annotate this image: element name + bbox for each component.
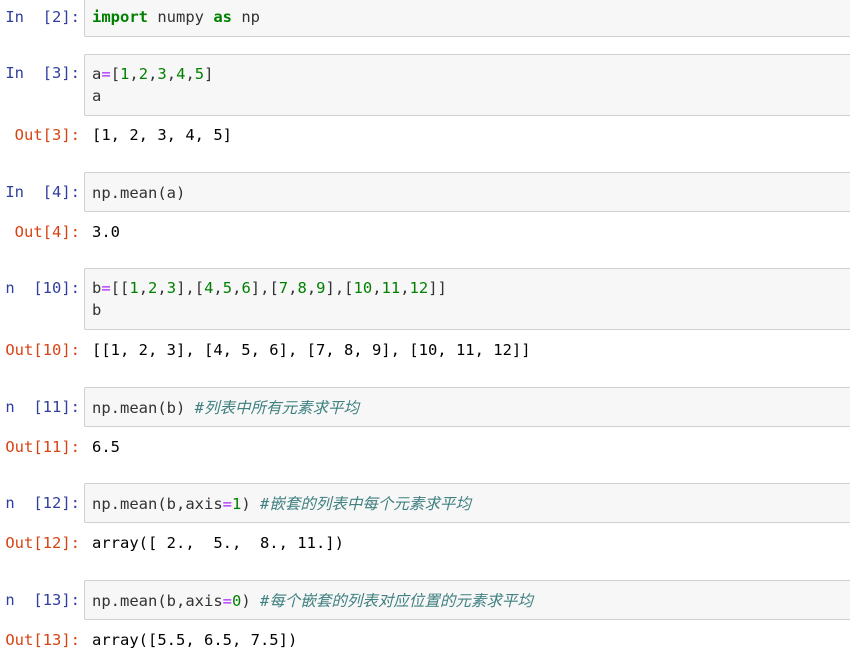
code-comment: #嵌套的列表中每个元素求平均 <box>260 495 471 513</box>
code-token: np.mean(b,axis <box>92 592 223 610</box>
code-token: , <box>138 279 149 297</box>
code-token: b <box>92 301 102 319</box>
code-operator: = <box>222 495 232 513</box>
out-prompt: Out[13]: <box>5 631 80 649</box>
code-cell-input[interactable]: a=[1,2,3,4,5] a <box>84 54 850 116</box>
code-operator: = <box>101 65 111 83</box>
code-line: import numpy as np <box>92 6 850 28</box>
cell-output: 6.5 <box>92 438 120 456</box>
code-line: np.mean(b,axis=1) #嵌套的列表中每个元素求平均 <box>92 493 850 515</box>
cell-output: 3.0 <box>92 223 120 241</box>
in-prompt: n [13]: <box>5 591 80 609</box>
in-prompt: n [12]: <box>5 494 80 512</box>
code-number: 1 <box>120 65 130 83</box>
code-cell-input[interactable]: b=[[1,2,3],[4,5,6],[7,8,9],[10,11,12]] b <box>84 268 850 330</box>
code-token: np.mean(b,axis <box>92 495 223 513</box>
code-line: np.mean(b) #列表中所有元素求平均 <box>92 397 850 419</box>
code-number: 1 <box>232 495 242 513</box>
code-line: a=[1,2,3,4,5] <box>92 63 850 85</box>
code-number: 3 <box>166 279 177 297</box>
code-token: , <box>400 279 410 297</box>
in-prompt: n [10]: <box>5 279 80 297</box>
code-number: 5 <box>194 65 205 83</box>
code-token: b <box>92 279 102 297</box>
cell-output: [[1, 2, 3], [4, 5, 6], [7, 8, 9], [10, 1… <box>92 341 531 359</box>
code-line: b <box>92 299 850 321</box>
code-comment: #每个嵌套的列表对应位置的元素求平均 <box>260 592 533 610</box>
out-prompt: Out[4]: <box>14 223 80 241</box>
code-token: np.mean(b) <box>92 399 195 417</box>
code-token: , <box>129 65 139 83</box>
code-line: np.mean(a) <box>92 182 850 204</box>
code-number: 7 <box>278 279 289 297</box>
code-number: 6 <box>241 279 251 297</box>
code-number: 2 <box>148 279 158 297</box>
code-number: 12 <box>409 279 429 297</box>
code-token: , <box>157 279 167 297</box>
code-line: np.mean(b,axis=0) #每个嵌套的列表对应位置的元素求平均 <box>92 590 850 612</box>
code-operator: = <box>101 279 111 297</box>
code-token: , <box>306 279 317 297</box>
code-number: 9 <box>316 279 326 297</box>
cell-output: [1, 2, 3, 4, 5] <box>92 126 232 144</box>
code-token: [[ <box>110 279 130 297</box>
code-token: ],[ <box>176 279 205 297</box>
code-number: 1 <box>129 279 139 297</box>
in-prompt: n [11]: <box>5 398 80 416</box>
cell-output: array([ 2., 5., 8., 11.]) <box>92 534 344 552</box>
code-comment: #列表中所有元素求平均 <box>194 399 359 417</box>
code-number: 8 <box>297 279 307 297</box>
in-prompt: In [4]: <box>5 183 80 201</box>
code-number: 2 <box>138 65 149 83</box>
code-token: , <box>166 65 177 83</box>
code-token: , <box>185 65 195 83</box>
code-token: , <box>372 279 382 297</box>
code-token: , <box>213 279 223 297</box>
code-cell-input[interactable]: import numpy as np <box>84 0 850 37</box>
code-cell-input[interactable]: np.mean(a) <box>84 172 850 212</box>
in-prompt: In [2]: <box>5 8 80 26</box>
code-line: a <box>92 85 850 107</box>
code-number: 5 <box>222 279 233 297</box>
code-cell-input[interactable]: np.mean(b,axis=1) #嵌套的列表中每个元素求平均 <box>84 483 850 523</box>
code-number: 3 <box>157 65 167 83</box>
out-prompt: Out[10]: <box>5 341 80 359</box>
code-token: np.mean(a) <box>92 184 186 202</box>
code-keyword: import <box>92 8 148 26</box>
code-token: [ <box>110 65 121 83</box>
code-token: ]] <box>428 279 447 297</box>
out-prompt: Out[12]: <box>5 534 80 552</box>
code-token: ],[ <box>250 279 279 297</box>
out-prompt: Out[3]: <box>14 126 80 144</box>
code-number: 0 <box>232 592 242 610</box>
code-token: , <box>148 65 158 83</box>
code-token: ],[ <box>325 279 354 297</box>
code-token: a <box>92 87 102 105</box>
code-number: 11 <box>381 279 401 297</box>
code-token: ] <box>204 65 214 83</box>
in-prompt: In [3]: <box>5 64 80 82</box>
code-cell-input[interactable]: np.mean(b,axis=0) #每个嵌套的列表对应位置的元素求平均 <box>84 580 850 620</box>
code-token: np <box>232 8 260 26</box>
code-operator: = <box>222 592 232 610</box>
code-token: a <box>92 65 102 83</box>
code-number: 10 <box>353 279 373 297</box>
code-token: numpy <box>148 8 214 26</box>
code-token: ) <box>241 592 261 610</box>
code-keyword: as <box>213 8 232 26</box>
code-token: ) <box>241 495 261 513</box>
cell-output: array([5.5, 6.5, 7.5]) <box>92 631 298 649</box>
out-prompt: Out[11]: <box>5 438 80 456</box>
code-cell-input[interactable]: np.mean(b) #列表中所有元素求平均 <box>84 387 850 427</box>
code-line: b=[[1,2,3],[4,5,6],[7,8,9],[10,11,12]] <box>92 277 850 299</box>
